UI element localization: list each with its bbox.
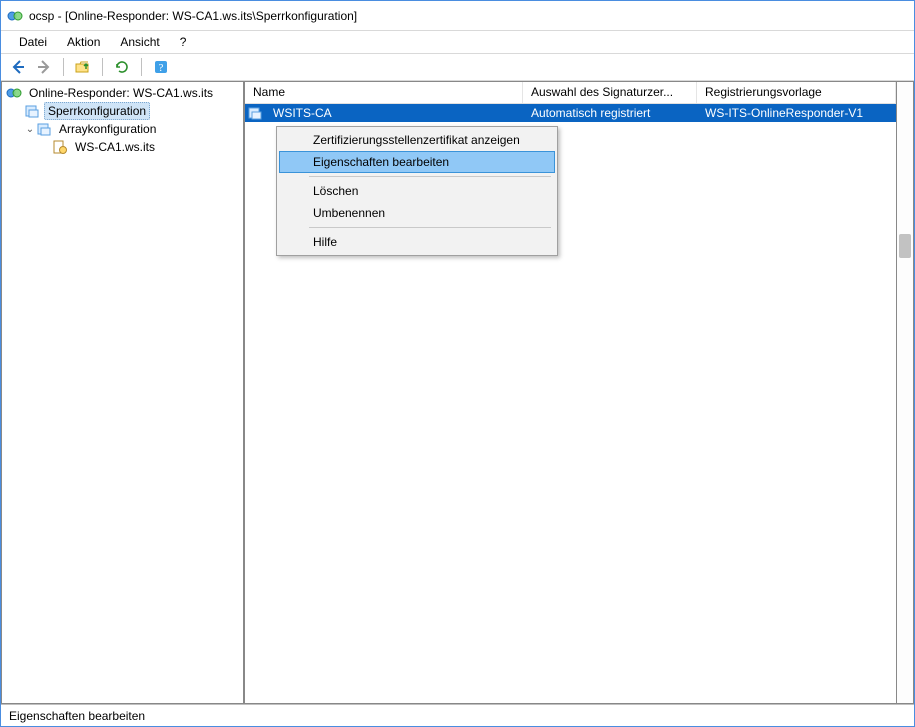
cm-view-ca-cert[interactable]: Zertifizierungsstellenzertifikat anzeige…: [279, 129, 555, 151]
config-icon: [24, 103, 40, 119]
menu-datei[interactable]: Datei: [9, 33, 57, 51]
window-title: ocsp - [Online-Responder: WS-CA1.ws.its\…: [29, 9, 357, 23]
context-menu: Zertifizierungsstellenzertifikat anzeige…: [276, 126, 558, 256]
array-icon: [36, 121, 52, 137]
expand-toggle-icon[interactable]: ⌄: [24, 124, 36, 135]
column-enrollment[interactable]: Registrierungsvorlage: [697, 82, 896, 103]
title-bar: ocsp - [Online-Responder: WS-CA1.ws.its\…: [1, 1, 914, 31]
server-cert-icon: [52, 139, 68, 155]
refresh-button[interactable]: [111, 56, 133, 78]
column-name[interactable]: Name: [245, 82, 523, 103]
status-bar: Eigenschaften bearbeiten: [1, 704, 914, 726]
list-pane: Name Auswahl des Signaturzer... Registri…: [244, 81, 897, 704]
folder-up-button[interactable]: [72, 56, 94, 78]
list-body[interactable]: WSITS-CA Automatisch registriert WS-ITS-…: [245, 104, 896, 703]
menu-aktion[interactable]: Aktion: [57, 33, 110, 51]
cm-separator: [309, 227, 551, 228]
back-button[interactable]: [7, 56, 29, 78]
config-item-icon: [247, 105, 263, 121]
status-text: Eigenschaften bearbeiten: [9, 709, 145, 723]
cell-name: WSITS-CA: [265, 105, 523, 121]
tree-node-label: Sperrkonfiguration: [44, 102, 150, 120]
toolbar-separator: [63, 58, 64, 76]
cm-rename[interactable]: Umbenennen: [279, 202, 555, 224]
list-row[interactable]: WSITS-CA Automatisch registriert WS-ITS-…: [245, 104, 896, 122]
cell-signer: Automatisch registriert: [523, 105, 697, 121]
tree-node-label: Arraykonfiguration: [56, 121, 159, 137]
toolbar-separator: [102, 58, 103, 76]
column-signer[interactable]: Auswahl des Signaturzer...: [523, 82, 697, 103]
tree-node-sperrkonfiguration[interactable]: Sperrkonfiguration: [2, 102, 243, 120]
tree-root[interactable]: Online-Responder: WS-CA1.ws.its: [2, 84, 243, 102]
toolbar: ?: [1, 53, 914, 81]
cm-separator: [309, 176, 551, 177]
toolbar-separator: [141, 58, 142, 76]
tree-node-arraykonfiguration[interactable]: ⌄ Arraykonfiguration: [2, 120, 243, 138]
cm-delete[interactable]: Löschen: [279, 180, 555, 202]
app-icon: [7, 8, 23, 24]
list-header: Name Auswahl des Signaturzer... Registri…: [245, 82, 896, 104]
responder-icon: [6, 85, 22, 101]
tree-pane[interactable]: Online-Responder: WS-CA1.ws.its Sperrkon…: [1, 81, 244, 704]
right-scrollbar[interactable]: [897, 81, 914, 704]
cm-help[interactable]: Hilfe: [279, 231, 555, 253]
menu-help[interactable]: ?: [170, 33, 197, 51]
cell-enrollment: WS-ITS-OnlineResponder-V1: [697, 105, 896, 121]
cm-edit-properties[interactable]: Eigenschaften bearbeiten: [279, 151, 555, 173]
scroll-thumb[interactable]: [899, 234, 911, 258]
help-button[interactable]: ?: [150, 56, 172, 78]
tree-root-label: Online-Responder: WS-CA1.ws.its: [26, 85, 216, 101]
svg-text:?: ?: [159, 62, 164, 74]
tree-node-label: WS-CA1.ws.its: [72, 139, 158, 155]
menu-bar: Datei Aktion Ansicht ?: [1, 31, 914, 53]
content-area: Online-Responder: WS-CA1.ws.its Sperrkon…: [1, 81, 914, 704]
tree-node-ws-ca1[interactable]: WS-CA1.ws.its: [2, 138, 243, 156]
menu-ansicht[interactable]: Ansicht: [110, 33, 169, 51]
forward-button[interactable]: [33, 56, 55, 78]
